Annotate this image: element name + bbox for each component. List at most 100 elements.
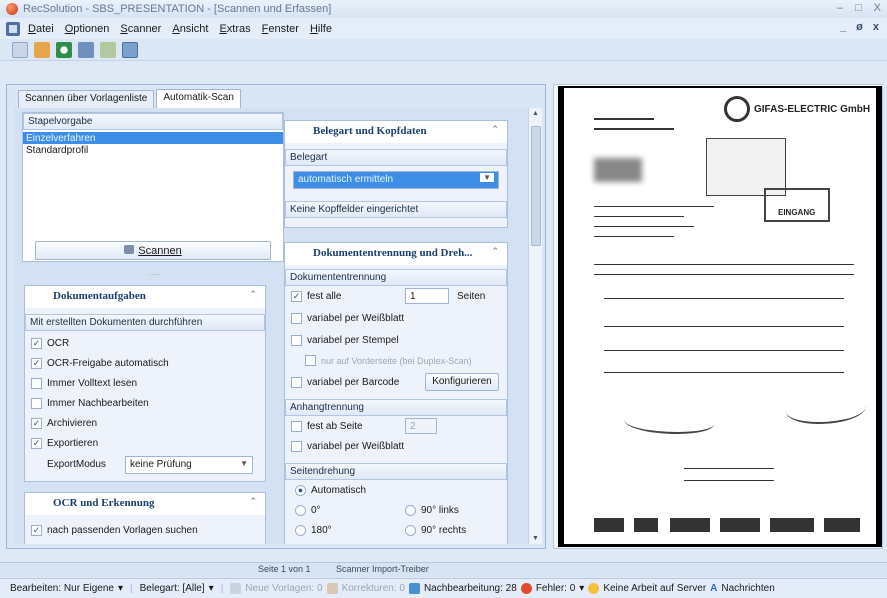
- menu-datei[interactable]: Datei: [28, 23, 54, 35]
- rotate-0-radio[interactable]: 0°: [295, 505, 321, 516]
- radio-selected: ●: [295, 485, 306, 496]
- belegart-subtitle: Belegart: [285, 149, 507, 166]
- vorderseite-checkbox[interactable]: nur auf Vorderseite (bei Duplex-Scan): [305, 355, 472, 366]
- vorlagen-suchen-checkbox[interactable]: ✓ nach passenden Vorlagen suchen: [31, 525, 198, 536]
- checkbox-unchecked: [305, 355, 316, 366]
- open-icon[interactable]: [12, 41, 28, 58]
- toolbar: [0, 39, 887, 61]
- chevron-down-icon: ▼: [480, 173, 494, 182]
- seiten-label: Seiten: [457, 291, 486, 302]
- stempel-checkbox[interactable]: variabel per Stempel: [291, 335, 399, 346]
- barcode-checkbox[interactable]: variabel per Barcode: [291, 377, 399, 388]
- dokumentaufgaben-subtitle: Mit erstellten Dokumenten durchführen: [25, 314, 265, 331]
- tab-automatik-scan[interactable]: Automatik-Scan: [156, 89, 241, 109]
- refresh-icon[interactable]: [56, 41, 72, 58]
- exportieren-checkbox[interactable]: ✓ Exportieren: [31, 438, 98, 449]
- ocr-checkbox[interactable]: ✓ OCR: [31, 338, 69, 349]
- collapse-icon[interactable]: ⌃: [249, 290, 257, 300]
- menu-hilfe[interactable]: Hilfe: [310, 23, 332, 35]
- ocr-freigabe-checkbox[interactable]: ✓ OCR-Freigabe automatisch: [31, 358, 169, 369]
- trennung-panel: Dokumententrennung und Dreh... ⌃ Dokument…: [284, 242, 508, 544]
- collapse-icon[interactable]: ⌃: [491, 247, 499, 257]
- document-preview[interactable]: GIFAS-ELECTRIC GmbH EINGANG: [558, 86, 882, 547]
- mdi-minimize-button[interactable]: _: [840, 21, 846, 33]
- postprocessing-icon: [408, 583, 420, 594]
- scroll-down-icon[interactable]: ▼: [532, 535, 539, 542]
- archivieren-checkbox[interactable]: ✓ Archivieren: [31, 418, 97, 429]
- belegart-panel: Belegart und Kopfdaten ⌃ Belegart automat…: [284, 120, 508, 228]
- radio-unselected: [295, 505, 306, 516]
- list-item[interactable]: Einzelverfahren: [23, 132, 283, 144]
- scanner-icon[interactable]: [78, 41, 94, 58]
- fest-alle-checkbox[interactable]: ✓ fest alle: [291, 291, 341, 302]
- radio-unselected: [295, 525, 306, 536]
- collapse-icon[interactable]: ⌃: [491, 125, 499, 135]
- rotate-180-radio[interactable]: 180°: [295, 525, 332, 536]
- splitter-handle[interactable]: .....: [149, 268, 160, 277]
- scroll-up-icon[interactable]: ▲: [532, 110, 539, 117]
- bearbeiten-filter[interactable]: Bearbeiten: Nur Eigene: [10, 583, 114, 594]
- company-logo: [724, 96, 750, 122]
- belegart-select[interactable]: automatisch ermitteln ▼: [293, 171, 499, 189]
- maximize-button[interactable]: □: [855, 2, 862, 14]
- dokumentaufgaben-panel: Dokumentaufgaben ⌃ Mit erstellten Dokumen…: [24, 285, 266, 482]
- menu-optionen[interactable]: Optionen: [65, 23, 110, 35]
- chevron-down-icon[interactable]: ▾: [209, 583, 214, 594]
- anhang-page-input[interactable]: 2: [405, 418, 437, 434]
- menu-ansicht[interactable]: Ansicht: [172, 23, 208, 35]
- settings-scrollbar[interactable]: ▲ ▼: [528, 108, 542, 544]
- list-item[interactable]: Standardprofil: [23, 144, 283, 156]
- minimize-button[interactable]: –: [837, 2, 843, 14]
- menu-fenster[interactable]: Fenster: [262, 23, 299, 35]
- korrekturen[interactable]: Korrekturen: 0: [342, 583, 405, 594]
- tab-vorlagenliste[interactable]: Scannen über Vorlagenliste: [18, 90, 155, 108]
- window-title: RecSolution - SBS_PRESENTATION - [Scanne…: [23, 3, 332, 15]
- trennung-header[interactable]: Dokumententrennung und Dreh... ⌃: [285, 243, 507, 265]
- mdi-restore-button[interactable]: ø: [856, 21, 863, 33]
- fehler[interactable]: Fehler: 0: [536, 583, 575, 594]
- auto-rotate-radio[interactable]: ● Automatisch: [295, 485, 366, 496]
- nachbearbeitung[interactable]: Nachbearbeitung: 28: [424, 583, 517, 594]
- collapse-icon[interactable]: ⌃: [249, 497, 257, 507]
- export-mode-select[interactable]: keine Prüfung ▼: [125, 456, 253, 474]
- close-button[interactable]: X: [874, 2, 881, 14]
- nachrichten[interactable]: Nachrichten: [721, 583, 774, 594]
- rotate-90-right-radio[interactable]: 90° rechts: [405, 525, 466, 536]
- nachbearbeiten-checkbox[interactable]: Immer Nachbearbeiten: [31, 398, 149, 409]
- menu-extras[interactable]: Extras: [219, 23, 250, 35]
- settings-icon[interactable]: [100, 41, 116, 58]
- error-icon: [520, 583, 532, 594]
- checkbox-checked: ✓: [31, 525, 42, 536]
- tab-strip: Scannen über Vorlagenliste Automatik-Sca…: [18, 89, 243, 109]
- mdi-close-button[interactable]: x: [873, 21, 879, 33]
- server-status[interactable]: Keine Arbeit auf Server: [603, 583, 706, 594]
- ocr-header[interactable]: OCR und Erkennung ⌃: [25, 493, 265, 515]
- rotate-90-left-radio[interactable]: 90° links: [405, 505, 459, 516]
- people-icon[interactable]: [34, 41, 50, 58]
- checkbox-unchecked: [291, 441, 302, 452]
- scan-button[interactable]: Scannen: [35, 241, 271, 260]
- page-indicator: Seite 1 von 1: [258, 564, 311, 574]
- app-icon: [6, 3, 18, 15]
- document-window-icon[interactable]: [6, 21, 20, 36]
- belegart-filter[interactable]: Belegart: [Alle]: [140, 583, 205, 594]
- checkbox-checked: ✓: [291, 291, 302, 302]
- radio-unselected: [405, 505, 416, 516]
- layout-icon[interactable]: [122, 41, 138, 58]
- scroll-thumb[interactable]: [531, 126, 541, 246]
- chevron-down-icon[interactable]: ▾: [118, 583, 123, 594]
- company-name: GIFAS-ELECTRIC GmbH: [754, 104, 871, 115]
- belegart-header[interactable]: Belegart und Kopfdaten ⌃: [285, 121, 507, 143]
- dokumentaufgaben-header[interactable]: Dokumentaufgaben ⌃: [25, 286, 265, 308]
- stapel-list[interactable]: Einzelverfahren Standardprofil: [23, 132, 283, 228]
- chevron-down-icon[interactable]: ▾: [579, 583, 584, 594]
- anhang-weissblatt-checkbox[interactable]: variabel per Weißblatt: [291, 441, 404, 452]
- volltext-checkbox[interactable]: Immer Volltext lesen: [31, 378, 137, 389]
- konfigurieren-button[interactable]: Konfigurieren: [425, 373, 499, 391]
- anhang-fest-checkbox[interactable]: fest ab Seite: [291, 421, 363, 432]
- fest-alle-input[interactable]: 1: [405, 288, 449, 304]
- weissblatt-checkbox[interactable]: variabel per Weißblatt: [291, 313, 404, 324]
- trennung-subtitle: Dokumententrennung: [285, 269, 507, 286]
- neue-vorlagen[interactable]: Neue Vorlagen: 0: [245, 583, 322, 594]
- menu-scanner[interactable]: Scanner: [120, 23, 161, 35]
